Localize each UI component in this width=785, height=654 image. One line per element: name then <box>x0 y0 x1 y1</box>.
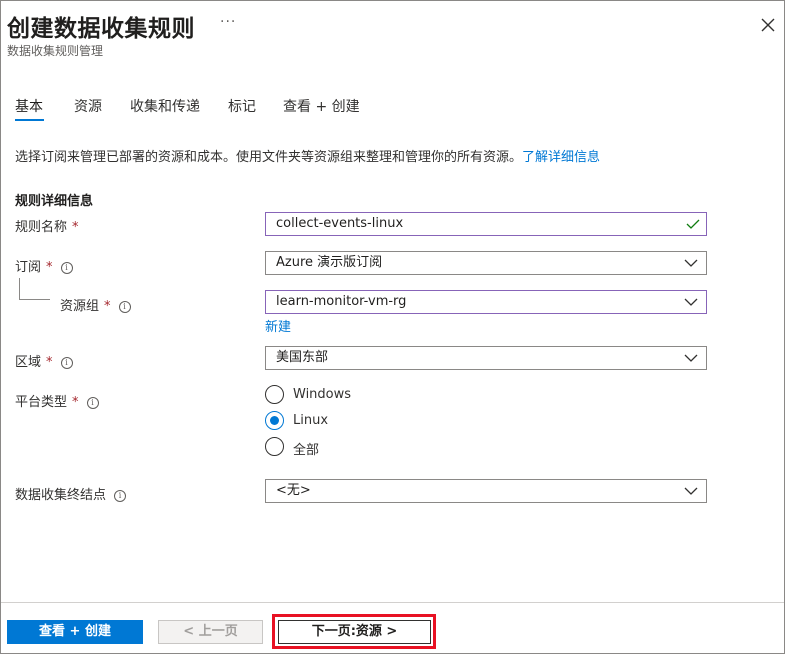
create-new-link[interactable]: 新建 <box>265 316 291 335</box>
info-icon[interactable]: i <box>114 489 127 502</box>
subscription-dropdown[interactable]: Azure 演示版订阅 <box>265 251 707 275</box>
region-label: 区域 * i <box>15 351 73 370</box>
chevron-down-icon <box>684 298 698 306</box>
chevron-down-icon <box>684 259 698 267</box>
required-mark: * <box>104 299 111 314</box>
resource-group-label: 资源组 * i <box>60 295 131 314</box>
rule-name-label: 规则名称 * <box>15 220 79 235</box>
info-icon[interactable]: i <box>60 356 73 369</box>
tab-tags[interactable]: 标记 <box>228 96 256 116</box>
subscription-label: 订阅 * i <box>15 256 73 275</box>
chevron-down-icon <box>684 487 698 495</box>
active-tab-indicator <box>15 119 44 121</box>
previous-button[interactable]: < 上一页 <box>158 620 263 644</box>
tab-collect-and-deliver[interactable]: 收集和传递 <box>130 96 200 116</box>
next-resources-button[interactable]: 下一页:资源 > <box>278 620 431 644</box>
radio-linux-label[interactable]: Linux <box>293 413 328 428</box>
radio-windows[interactable] <box>265 385 284 404</box>
close-icon[interactable] <box>758 15 778 35</box>
footer-divider <box>1 602 784 603</box>
page-title: 创建数据收集规则 <box>7 16 195 42</box>
section-title: 规则详细信息 <box>15 194 94 209</box>
radio-all-label[interactable]: 全部 <box>293 439 319 458</box>
tab-resources[interactable]: 资源 <box>74 96 102 116</box>
more-options-icon[interactable]: ··· <box>220 14 236 30</box>
region-dropdown[interactable]: 美国东部 <box>265 346 707 370</box>
radio-linux[interactable] <box>265 411 284 430</box>
endpoint-dropdown[interactable]: <无> <box>265 479 707 503</box>
info-icon[interactable]: i <box>60 261 73 274</box>
review-create-button[interactable]: 查看 + 创建 <box>7 620 143 644</box>
description: 选择订阅来管理已部署的资源和成本。使用文件夹等资源组来整理和管理你的所有资源。了… <box>15 146 600 165</box>
required-mark: * <box>72 395 79 410</box>
checkmark-icon <box>686 219 700 229</box>
radio-all[interactable] <box>265 437 284 456</box>
chevron-down-icon <box>684 354 698 362</box>
required-mark: * <box>72 220 79 235</box>
required-mark: * <box>46 355 53 370</box>
info-icon[interactable]: i <box>86 396 99 409</box>
resource-group-dropdown[interactable]: learn-monitor-vm-rg <box>265 290 707 314</box>
info-icon[interactable]: i <box>118 300 131 313</box>
page-subtitle: 数据收集规则管理 <box>7 44 104 58</box>
learn-more-link[interactable]: 了解详细信息 <box>522 150 600 165</box>
endpoint-label: 数据收集终结点 i <box>15 484 127 503</box>
radio-windows-label[interactable]: Windows <box>293 387 351 402</box>
rule-name-input[interactable]: collect-events-linux <box>265 212 707 236</box>
description-text: 选择订阅来管理已部署的资源和成本。使用文件夹等资源组来整理和管理你的所有资源。 <box>15 150 523 165</box>
platform-type-label: 平台类型 * i <box>15 391 99 410</box>
tab-basics[interactable]: 基本 <box>15 96 43 116</box>
blade-frame <box>0 0 785 654</box>
tab-review-create[interactable]: 查看 + 创建 <box>283 96 360 116</box>
tree-connector <box>19 278 50 300</box>
required-mark: * <box>46 260 53 275</box>
